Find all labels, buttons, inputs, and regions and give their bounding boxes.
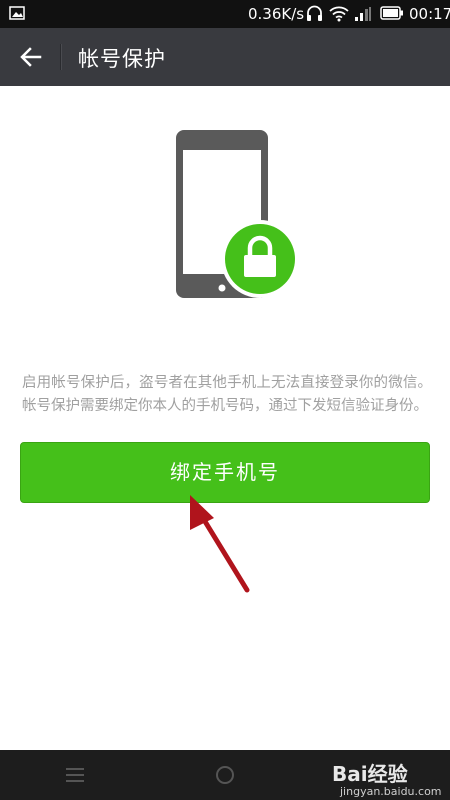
phone-lock-illustration	[176, 130, 299, 298]
protection-description: 启用帐号保护后，盗号者在其他手机上无法直接登录你的微信。帐号保护需要绑定你本人的…	[22, 374, 432, 414]
watermark-url: jingyan.baidu.com	[340, 785, 442, 798]
watermark: Bai经验 jingyan.baidu.com	[332, 758, 450, 800]
menu-icon[interactable]	[60, 764, 90, 786]
headphone-icon	[307, 5, 322, 21]
watermark-logo: Bai经验	[332, 762, 408, 786]
home-circle-icon[interactable]	[213, 763, 237, 787]
network-speed: 0.36K/s	[248, 5, 305, 23]
page-title: 帐号保护	[78, 47, 166, 71]
status-bar: 0.36K/s 00:17	[0, 0, 450, 28]
gallery-icon	[9, 6, 25, 20]
clock: 00:17	[409, 5, 450, 23]
battery-icon	[380, 6, 403, 20]
title-divider	[60, 44, 62, 70]
signal-icon	[355, 7, 371, 21]
back-arrow-icon	[20, 47, 42, 67]
title-bar: 帐号保护	[0, 28, 450, 86]
annotation-arrow	[190, 495, 250, 593]
wifi-icon	[329, 6, 349, 22]
back-button[interactable]	[12, 37, 52, 77]
